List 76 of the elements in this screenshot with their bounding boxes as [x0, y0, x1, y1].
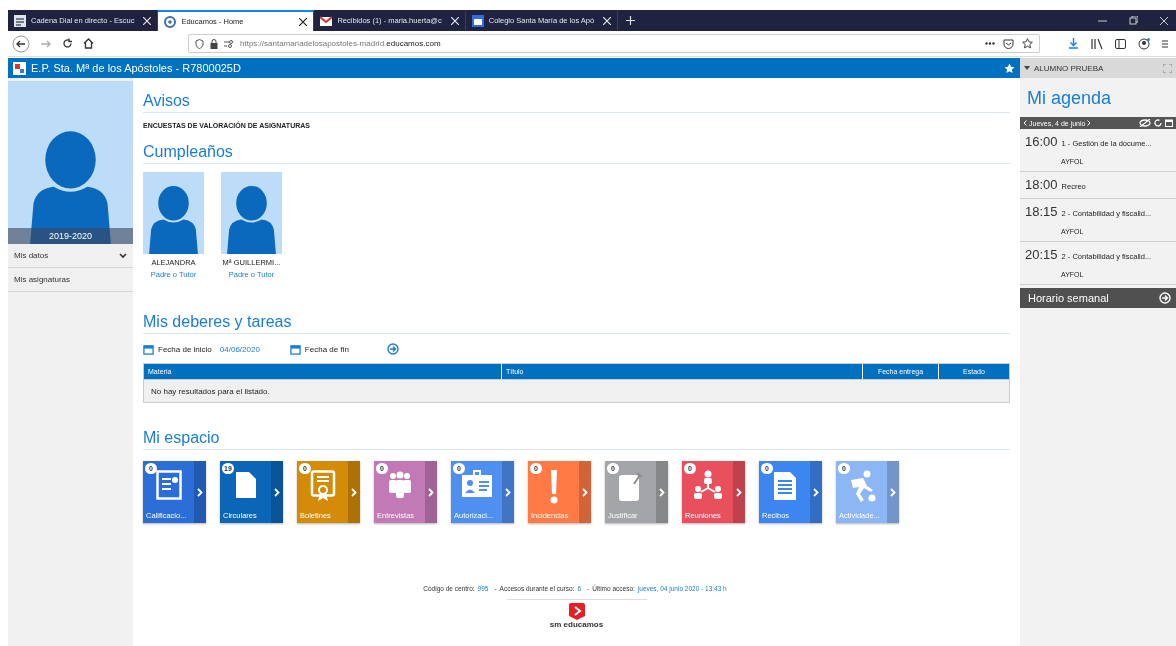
- star-outline-icon[interactable]: [1022, 38, 1033, 49]
- brand-name: sm educamos: [549, 620, 604, 629]
- exclamation-icon: [549, 470, 558, 504]
- plus-icon[interactable]: [626, 16, 636, 25]
- star-icon[interactable]: [1004, 62, 1015, 74]
- more-icon[interactable]: [985, 42, 995, 45]
- next-icon[interactable]: [1087, 120, 1092, 126]
- sidebar-item[interactable]: Mis asignaturas: [8, 268, 133, 292]
- go-arrow-icon[interactable]: [386, 343, 399, 355]
- chevron-right-icon: [351, 487, 357, 497]
- chevron-right-icon: [582, 487, 588, 497]
- shield-icon: [195, 38, 204, 49]
- calendar-icon: [471, 14, 484, 27]
- lock-icon: [210, 38, 218, 49]
- chevron-right-icon: [813, 487, 819, 497]
- certificate-icon: [155, 470, 182, 500]
- user-bar[interactable]: ALUMNO PRUEBA: [1020, 58, 1176, 78]
- reload-icon[interactable]: [62, 38, 73, 49]
- chevron-right-icon: [274, 487, 280, 497]
- school-year: 2019-2020: [8, 228, 133, 244]
- chevron-right-icon: [736, 487, 742, 497]
- event-time: 18:15: [1025, 204, 1058, 219]
- sidebar-item[interactable]: Mis datos: [8, 244, 133, 268]
- chevron-right-icon: [428, 487, 434, 497]
- chevron-right-icon: [197, 487, 203, 497]
- chevron-down-icon: [119, 252, 127, 259]
- diploma-icon: [309, 470, 336, 502]
- filter-label: Fecha de inicio: [158, 344, 212, 354]
- pinned-note-icon: [617, 470, 644, 502]
- user-name: ALUMNO PRUEBA: [1034, 63, 1104, 73]
- hidden-icon[interactable]: [1139, 119, 1151, 127]
- sidebar-icon[interactable]: [1115, 38, 1126, 49]
- url-text: https://santamariadelosapostoles-madrid.educamos.com: [240, 39, 441, 48]
- school-name: E.P. Sta. Mª de los Apóstoles - R7800025D: [31, 62, 241, 74]
- calendar-icon: [289, 343, 301, 355]
- chevron-right-icon: [890, 487, 896, 497]
- date-field[interactable]: 04/06/2020: [219, 344, 260, 354]
- filter-label: Fecha de fin: [304, 344, 349, 354]
- chevron-right-icon: [505, 487, 511, 497]
- empty-message: No hay resultados para el listado.: [144, 379, 1009, 402]
- page-icon: [233, 470, 258, 500]
- go-arrow-icon: [1159, 292, 1171, 304]
- home-icon[interactable]: [83, 38, 94, 49]
- agenda-title: Mi agenda: [1027, 88, 1112, 108]
- event-time: 18:00: [1025, 177, 1058, 192]
- menu-icon[interactable]: [1162, 38, 1168, 49]
- id-card-icon: [460, 470, 493, 498]
- radio-icon: [14, 14, 26, 27]
- pocket-icon[interactable]: [1003, 38, 1014, 49]
- previous-icon[interactable]: [1023, 120, 1027, 126]
- permissions-icon: [224, 39, 234, 48]
- section-title: Mis deberes y tareas: [143, 313, 292, 331]
- address-bar[interactable]: https://santamariadelosapostoles-madrid.educamos.com: [188, 34, 1040, 53]
- back-icon[interactable]: [12, 34, 30, 53]
- event-time: 16:00: [1025, 134, 1058, 149]
- mail-icon: [320, 14, 333, 27]
- calendar-icon[interactable]: [1165, 119, 1173, 127]
- chevron-right-icon: [659, 487, 665, 497]
- weekly-schedule-button[interactable]: Horario semanal: [1020, 288, 1176, 308]
- globe-icon: [164, 15, 177, 28]
- restore-icon[interactable]: [1129, 16, 1138, 25]
- school-logo-icon: [13, 61, 26, 75]
- section-title: Cumpleaños: [143, 143, 233, 161]
- library-icon[interactable]: [1091, 38, 1103, 49]
- account-icon[interactable]: [1138, 37, 1150, 50]
- download-icon[interactable]: [1068, 38, 1079, 49]
- close-icon[interactable]: [299, 17, 308, 26]
- calendar-icon: [143, 343, 154, 355]
- document-list-icon: [771, 470, 798, 502]
- event-time: 20:15: [1025, 247, 1058, 262]
- logo-icon: [568, 603, 585, 620]
- section-title: Avisos: [143, 92, 190, 110]
- caret-down-icon: [1024, 66, 1030, 70]
- section-title: Mi espacio: [143, 429, 220, 447]
- refresh-icon[interactable]: [1154, 119, 1162, 127]
- people-network-icon: [691, 470, 724, 500]
